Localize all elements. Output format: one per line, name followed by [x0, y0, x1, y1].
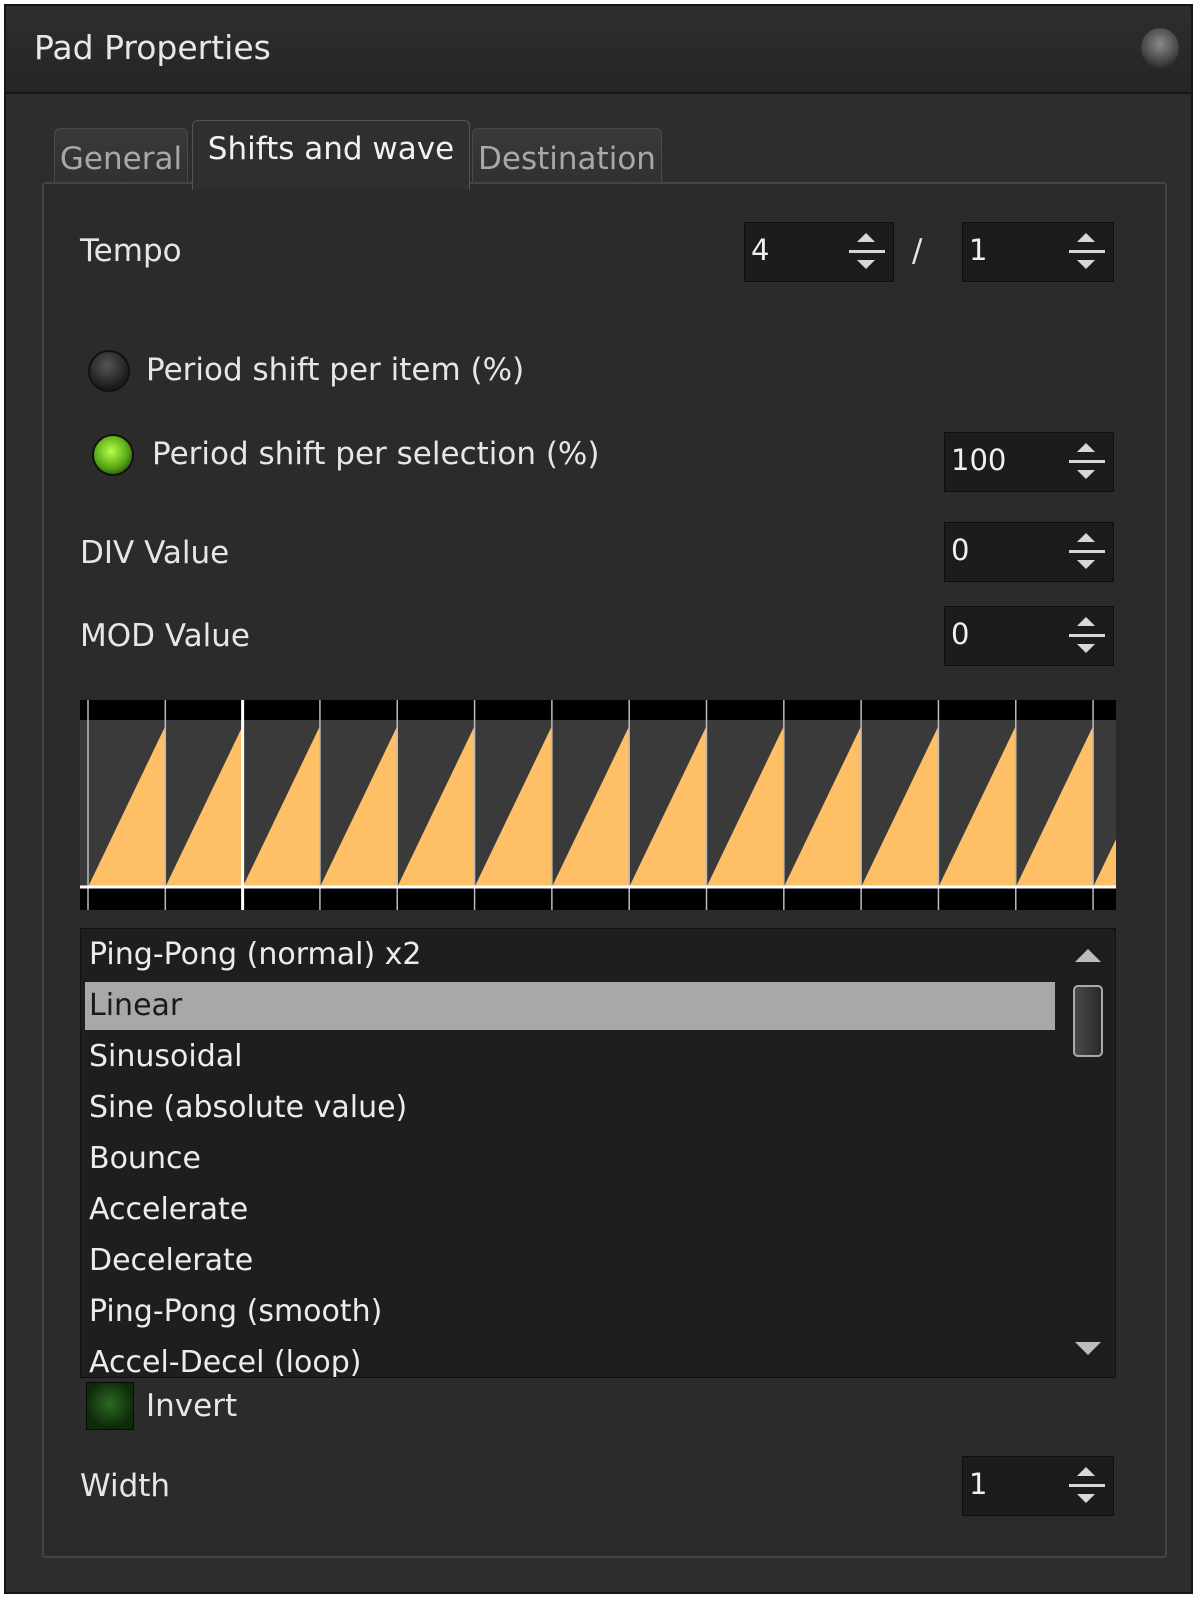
period-shift-item-radio[interactable] [88, 350, 130, 392]
scroll-up-arrow-icon[interactable] [1075, 949, 1101, 962]
tempo-label: Tempo [80, 233, 182, 269]
spin-arrows-icon[interactable] [1067, 527, 1107, 577]
invert-label: Invert [146, 1388, 238, 1424]
div-value-spinbox[interactable]: 0 [944, 522, 1114, 582]
scrollbar-thumb[interactable] [1073, 985, 1103, 1057]
list-item[interactable]: Sine (absolute value) [85, 1084, 1055, 1132]
tab-general[interactable]: General [54, 128, 188, 188]
window-title: Pad Properties [34, 28, 271, 67]
list-item[interactable]: Accelerate [85, 1186, 1055, 1234]
div-value-label: DIV Value [80, 535, 230, 571]
period-shift-selection-spinbox[interactable]: 100 [944, 432, 1114, 492]
spin-arrows-icon[interactable] [1067, 227, 1107, 277]
wave-type-list[interactable]: Ping-Pong (normal) x2 Linear Sinusoidal … [80, 928, 1116, 1378]
tab-destination[interactable]: Destination [472, 128, 662, 188]
list-item[interactable]: Bounce [85, 1135, 1055, 1183]
tempo-denominator-spinbox[interactable]: 1 [962, 222, 1114, 282]
list-item[interactable]: Sinusoidal [85, 1033, 1055, 1081]
scroll-down-arrow-icon[interactable] [1075, 1342, 1101, 1355]
spin-arrows-icon[interactable] [847, 227, 887, 277]
tempo-separator: / [912, 233, 923, 269]
window-knob-icon[interactable] [1141, 28, 1179, 68]
spin-arrows-icon[interactable] [1067, 1461, 1107, 1511]
width-spinbox[interactable]: 1 [962, 1456, 1114, 1516]
tempo-numerator-spinbox[interactable]: 4 [744, 222, 894, 282]
width-label: Width [80, 1468, 171, 1504]
list-item[interactable]: Decelerate [85, 1237, 1055, 1285]
invert-checkbox[interactable] [86, 1382, 134, 1430]
mod-value-label: MOD Value [80, 618, 251, 654]
list-item[interactable]: Ping-Pong (smooth) [85, 1288, 1055, 1336]
list-item[interactable]: Ping-Pong (normal) x2 [85, 931, 1055, 979]
period-shift-selection-radio[interactable] [92, 434, 134, 476]
title-bar: Pad Properties [6, 6, 1191, 94]
list-item-selected[interactable]: Linear [85, 982, 1055, 1030]
list-item[interactable]: Accel-Decel (loop) [85, 1339, 1055, 1377]
mod-value-spinbox[interactable]: 0 [944, 606, 1114, 666]
wave-preview [80, 700, 1116, 910]
period-shift-selection-label: Period shift per selection (%) [152, 436, 600, 472]
period-shift-item-label: Period shift per item (%) [146, 352, 525, 388]
spin-arrows-icon[interactable] [1067, 437, 1107, 487]
spin-arrows-icon[interactable] [1067, 611, 1107, 661]
tab-shifts-and-wave[interactable]: Shifts and wave [192, 120, 470, 190]
